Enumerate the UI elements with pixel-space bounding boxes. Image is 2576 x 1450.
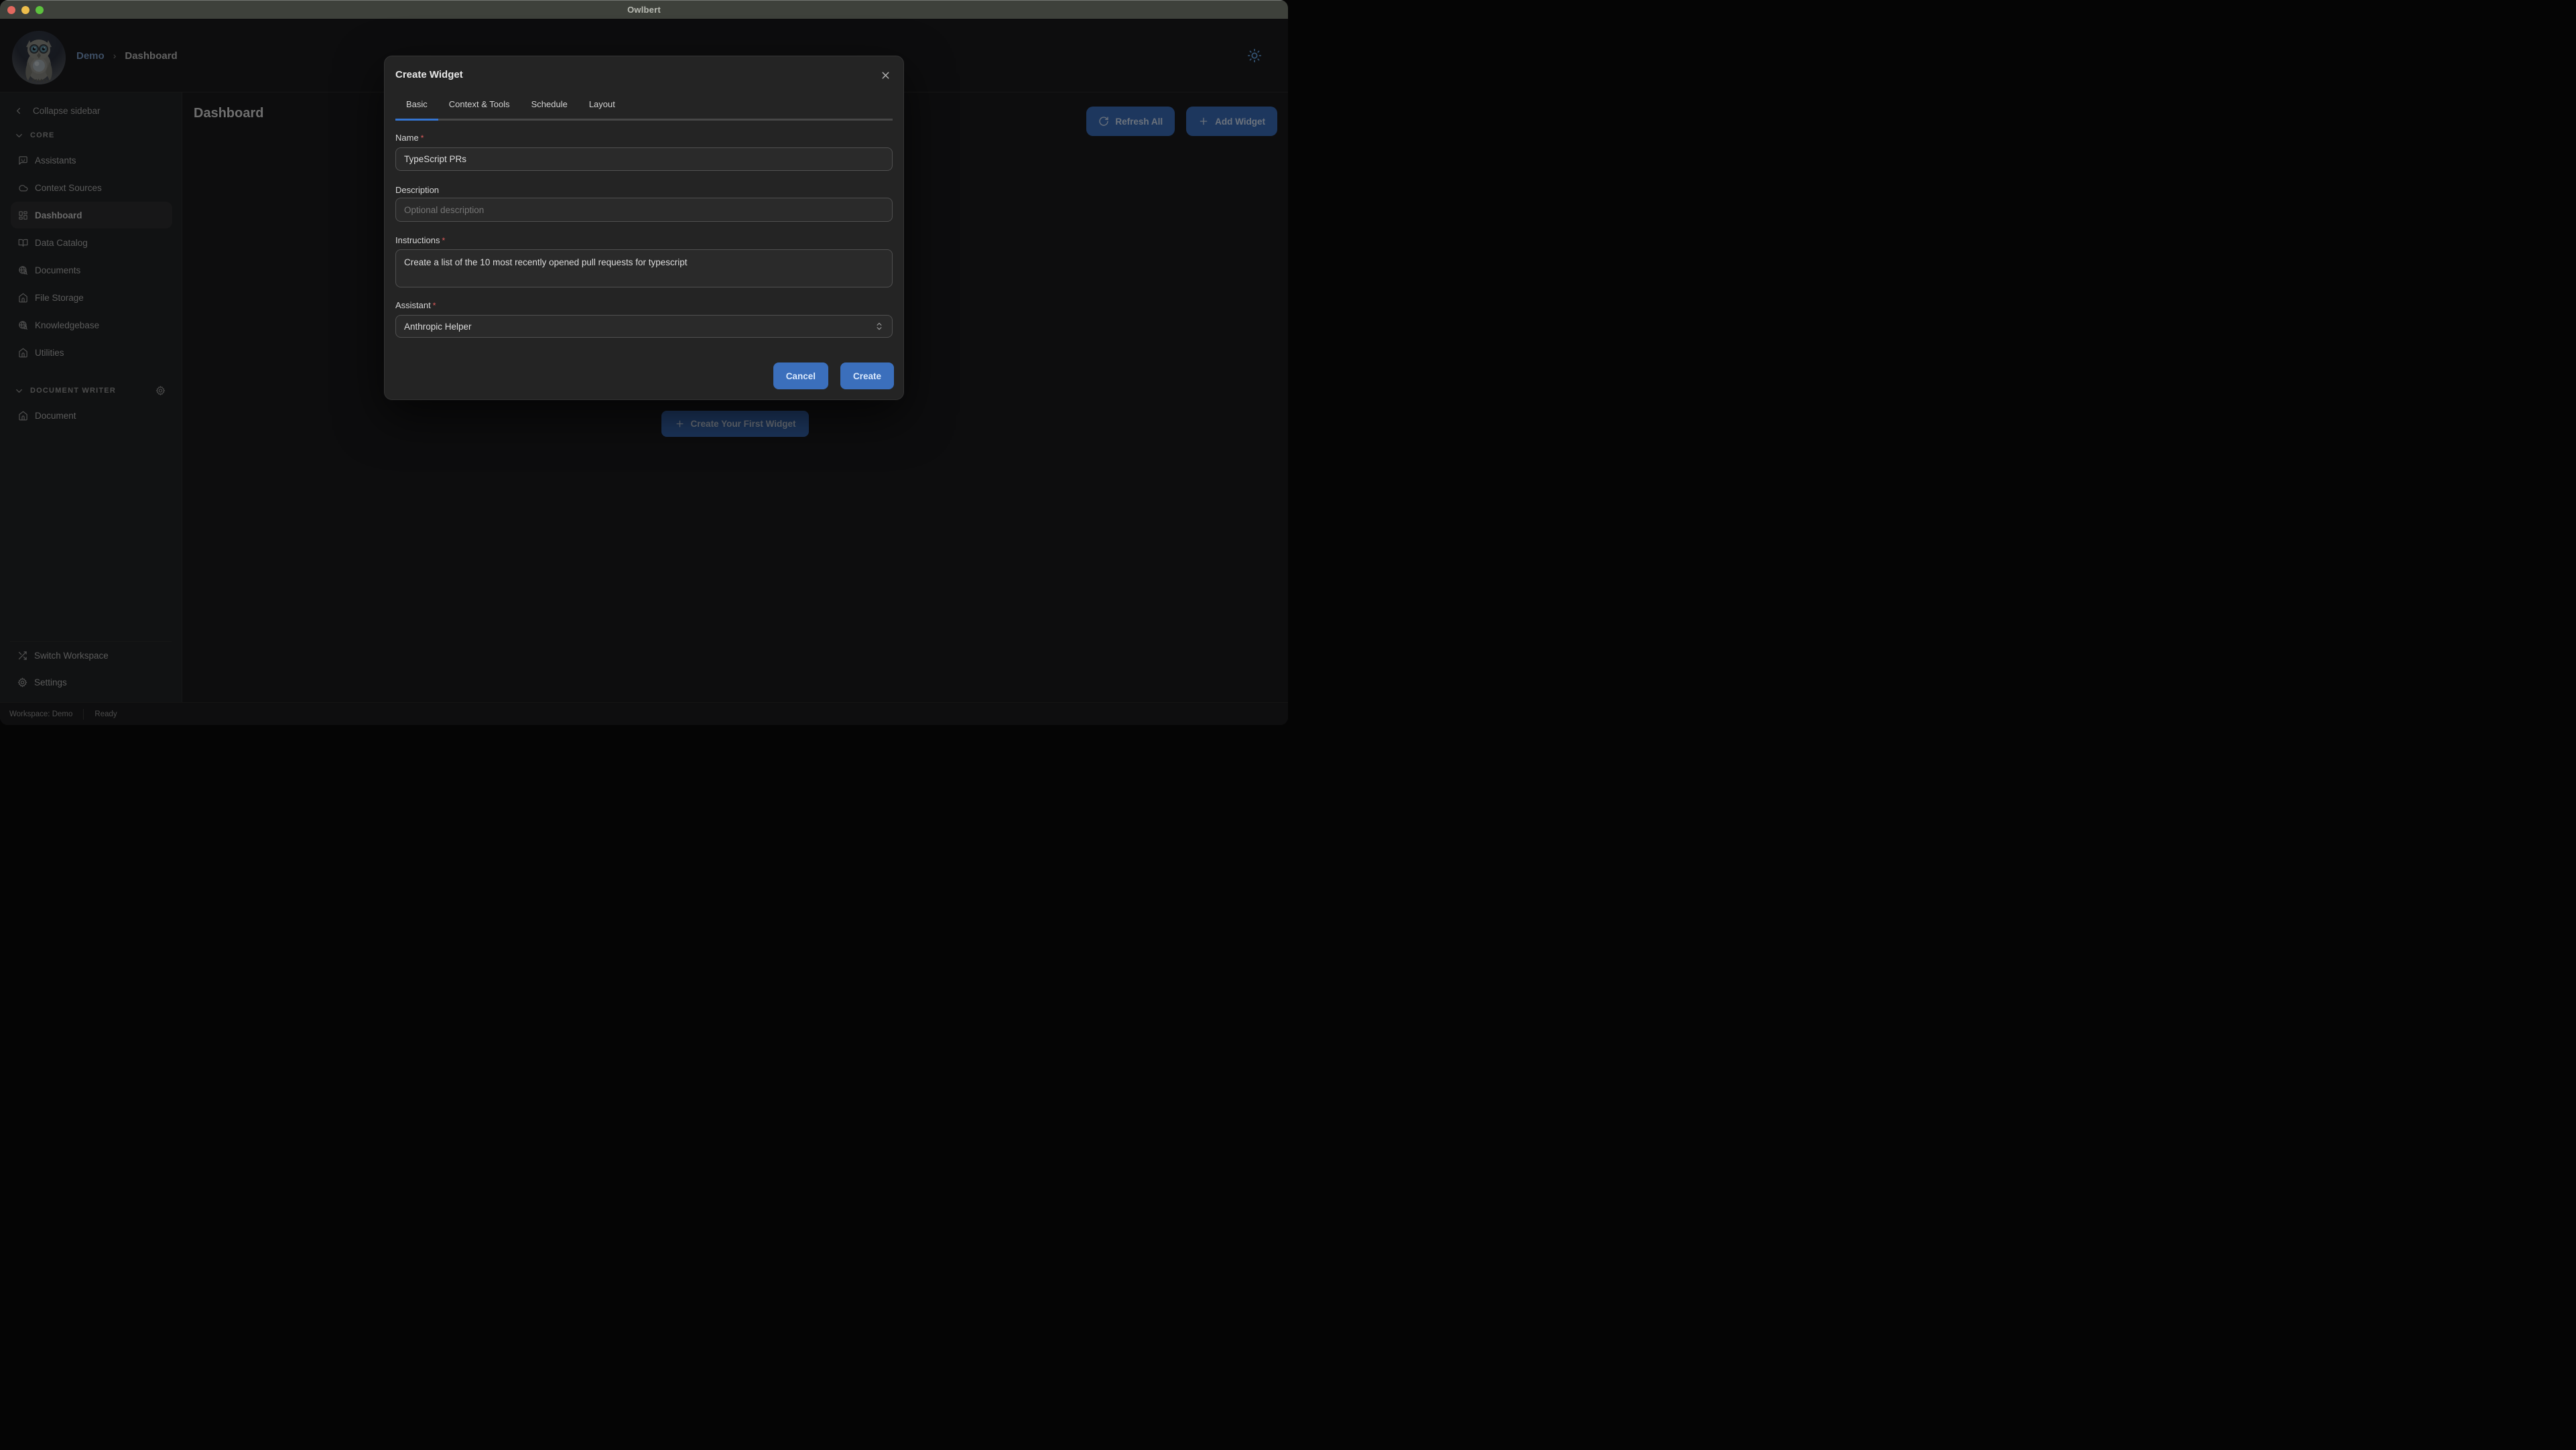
- window-title: Owlbert: [627, 5, 661, 15]
- create-button[interactable]: Create: [840, 362, 894, 389]
- required-marker: *: [421, 133, 424, 143]
- zoom-window-button[interactable]: [36, 6, 44, 14]
- dialog-tabs: BasicContext & ToolsScheduleLayout: [395, 98, 893, 121]
- tab-schedule[interactable]: Schedule: [521, 98, 578, 121]
- close-window-button[interactable]: [7, 6, 15, 14]
- dialog-title: Create Widget: [395, 69, 463, 80]
- required-marker: *: [442, 236, 445, 245]
- close-icon: [880, 70, 891, 81]
- assistant-select-value: Anthropic Helper: [404, 322, 472, 332]
- title-bar: Owlbert: [0, 0, 1288, 19]
- required-marker: *: [433, 301, 436, 310]
- tab-basic[interactable]: Basic: [395, 98, 438, 121]
- assistant-select[interactable]: Anthropic Helper: [395, 315, 893, 338]
- description-label: Description: [395, 185, 439, 195]
- name-input[interactable]: [395, 147, 893, 171]
- description-input[interactable]: [395, 198, 893, 222]
- instructions-label: Instructions*: [395, 235, 445, 245]
- cancel-button[interactable]: Cancel: [773, 362, 828, 389]
- tab-context-tools[interactable]: Context & Tools: [438, 98, 521, 121]
- close-dialog-button[interactable]: [875, 65, 895, 85]
- tab-layout[interactable]: Layout: [578, 98, 626, 121]
- app-window: Owlbert: [0, 0, 1288, 725]
- traffic-lights: [7, 1, 44, 19]
- assistant-label: Assistant*: [395, 300, 436, 310]
- minimize-window-button[interactable]: [21, 6, 29, 14]
- chevrons-up-down-icon: [875, 322, 884, 331]
- dialog-actions: Cancel Create: [773, 362, 894, 389]
- name-label: Name*: [395, 133, 424, 143]
- create-widget-dialog: Create Widget BasicContext & ToolsSchedu…: [384, 56, 904, 400]
- instructions-textarea[interactable]: Create a list of the 10 most recently op…: [395, 249, 893, 287]
